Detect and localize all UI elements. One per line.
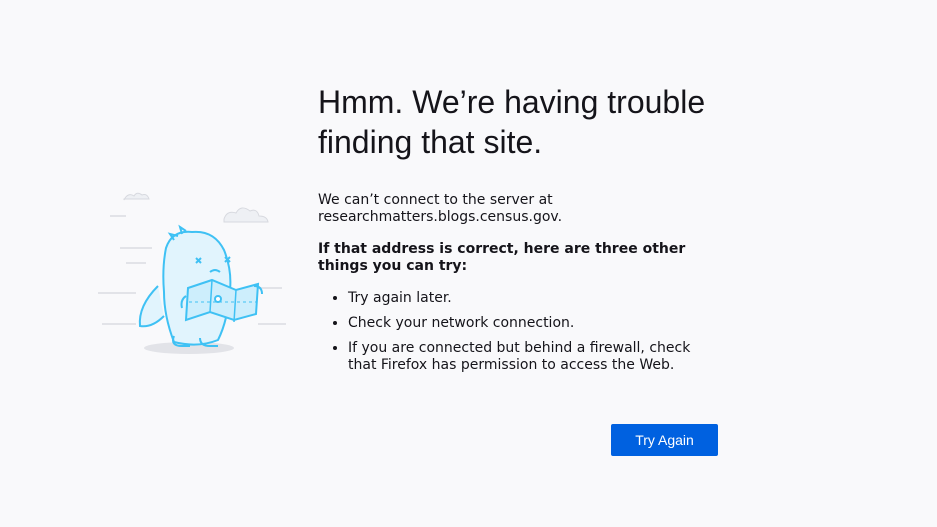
dino-with-map-icon bbox=[98, 192, 286, 354]
error-page: Hmm. We’re having trouble finding that s… bbox=[0, 0, 937, 527]
long-description-title: If that address is correct, here are thr… bbox=[318, 241, 686, 274]
suggestion-item: Check your network connection. bbox=[348, 315, 722, 332]
error-title: Hmm. We’re having trouble finding that s… bbox=[318, 84, 706, 160]
try-again-button[interactable]: Try Again bbox=[611, 424, 718, 456]
lost-dino-map-illustration bbox=[96, 186, 296, 361]
suggestion-item: Try again later. bbox=[348, 290, 722, 307]
short-desc-line1: We can’t connect to the server at bbox=[318, 192, 553, 208]
suggestions-list: Try again later. Check your network conn… bbox=[318, 290, 722, 374]
suggestion-item: If you are connected but behind a firewa… bbox=[348, 340, 722, 374]
error-content: Hmm. We’re having trouble finding that s… bbox=[318, 82, 722, 382]
error-short-description: We can’t connect to the server at resear… bbox=[318, 192, 722, 226]
server-address: researchmatters.blogs.census.gov. bbox=[318, 209, 563, 225]
